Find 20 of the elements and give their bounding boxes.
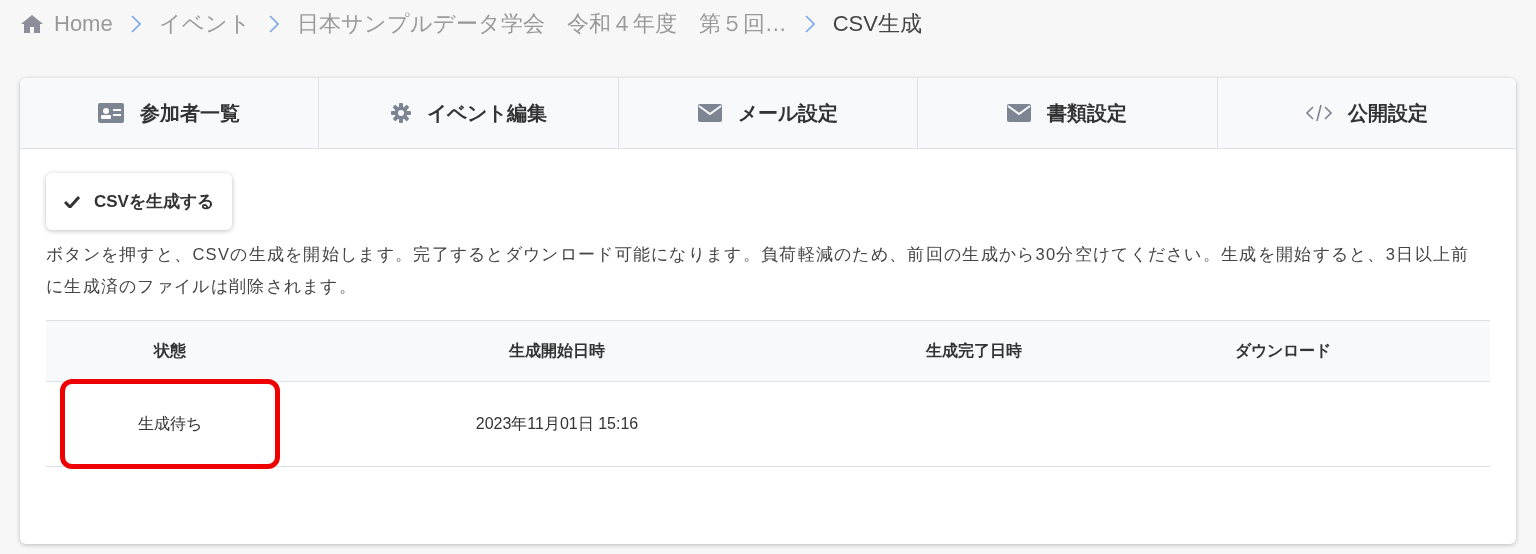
- envelope-icon: [698, 104, 722, 122]
- description-text: ボタンを押すと、CSVの生成を開始します。完了するとダウンロード可能になります。負荷軽減のため、前回の生成から30分空けてください。生成を開始すると、3日以上前に生成済のファイルは削除されます。: [46, 244, 1471, 297]
- table-cell: 生成待ち: [138, 414, 202, 432]
- id-card-icon: [98, 103, 125, 123]
- home-icon: [20, 14, 44, 34]
- generate-csv-button[interactable]: CSVを生成する: [46, 173, 232, 230]
- column-header: 生成完了日時: [820, 320, 1128, 382]
- table-cell: 2023年11月01日 15:16: [475, 414, 639, 432]
- chevron-icon: [130, 15, 141, 33]
- tab[interactable]: 参加者一覧: [20, 78, 320, 148]
- column-header: 状態: [46, 320, 294, 382]
- chevron-icon: [268, 15, 279, 33]
- column-header: 生成開始日時: [294, 320, 820, 382]
- code-icon: [1305, 104, 1332, 122]
- breadcrumb-current: CSV生成: [832, 10, 922, 38]
- chevron-icon: [804, 15, 815, 33]
- envelope-icon: [1007, 104, 1032, 122]
- check-icon: [64, 195, 80, 208]
- column-header: ダウンロード: [1128, 320, 1438, 382]
- gear-icon: [390, 103, 411, 123]
